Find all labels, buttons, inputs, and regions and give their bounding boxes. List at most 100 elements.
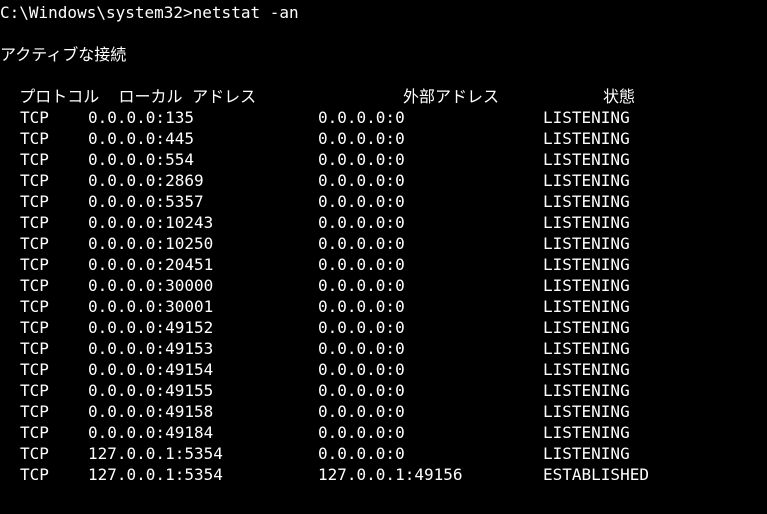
command-prompt-line[interactable]: C:\Windows\system32>netstat -an (0, 2, 767, 23)
proto-cell: TCP (20, 149, 88, 170)
row-indent (0, 443, 20, 464)
row-indent (0, 233, 20, 254)
foreign-address-cell: 0.0.0.0:0 (318, 359, 543, 380)
proto-cell: TCP (20, 317, 88, 338)
connection-row: TCP0.0.0.0:1350.0.0.0:0LISTENING (0, 107, 767, 128)
connection-row: TCP0.0.0.0:300010.0.0.0:0LISTENING (0, 296, 767, 317)
row-indent (0, 149, 20, 170)
foreign-address-cell: 0.0.0.0:0 (318, 317, 543, 338)
foreign-address-cell: 127.0.0.1:49156 (318, 464, 543, 485)
connection-row: TCP127.0.0.1:53540.0.0.0:0LISTENING (0, 443, 767, 464)
connection-row: TCP0.0.0.0:102500.0.0.0:0LISTENING (0, 233, 767, 254)
blank-line (0, 65, 767, 86)
foreign-address-cell: 0.0.0.0:0 (318, 401, 543, 422)
state-cell: LISTENING (543, 380, 630, 401)
proto-cell: TCP (20, 359, 88, 380)
foreign-address-cell: 0.0.0.0:0 (318, 149, 543, 170)
connection-row: TCP0.0.0.0:491540.0.0.0:0LISTENING (0, 359, 767, 380)
local-address-cell: 0.0.0.0:49153 (88, 338, 318, 359)
connection-row: TCP0.0.0.0:204510.0.0.0:0LISTENING (0, 254, 767, 275)
proto-cell: TCP (20, 401, 88, 422)
row-indent (0, 359, 20, 380)
local-address-cell: 0.0.0.0:10250 (88, 233, 318, 254)
connection-row: TCP127.0.0.1:5354127.0.0.1:49156ESTABLIS… (0, 464, 767, 485)
header-protocol-local: プロトコル ローカル アドレス (0, 86, 403, 107)
local-address-cell: 0.0.0.0:49155 (88, 380, 318, 401)
proto-cell: TCP (20, 443, 88, 464)
proto-cell: TCP (20, 275, 88, 296)
connection-row: TCP0.0.0.0:53570.0.0.0:0LISTENING (0, 191, 767, 212)
proto-cell: TCP (20, 212, 88, 233)
connection-row: TCP0.0.0.0:491530.0.0.0:0LISTENING (0, 338, 767, 359)
connection-row: TCP0.0.0.0:491840.0.0.0:0LISTENING (0, 422, 767, 443)
entered-command: netstat -an (193, 3, 299, 22)
proto-cell: TCP (20, 191, 88, 212)
proto-cell: TCP (20, 338, 88, 359)
proto-cell: TCP (20, 107, 88, 128)
foreign-address-cell: 0.0.0.0:0 (318, 107, 543, 128)
row-indent (0, 170, 20, 191)
row-indent (0, 191, 20, 212)
foreign-address-cell: 0.0.0.0:0 (318, 170, 543, 191)
state-cell: LISTENING (543, 212, 630, 233)
connection-row: TCP0.0.0.0:491580.0.0.0:0LISTENING (0, 401, 767, 422)
proto-cell: TCP (20, 380, 88, 401)
state-cell: LISTENING (543, 317, 630, 338)
local-address-cell: 0.0.0.0:2869 (88, 170, 318, 191)
proto-cell: TCP (20, 464, 88, 485)
local-address-cell: 0.0.0.0:30001 (88, 296, 318, 317)
proto-cell: TCP (20, 128, 88, 149)
foreign-address-cell: 0.0.0.0:0 (318, 296, 543, 317)
state-cell: LISTENING (543, 107, 630, 128)
foreign-address-cell: 0.0.0.0:0 (318, 338, 543, 359)
state-cell: LISTENING (543, 443, 630, 464)
state-cell: LISTENING (543, 422, 630, 443)
state-cell: LISTENING (543, 296, 630, 317)
local-address-cell: 0.0.0.0:20451 (88, 254, 318, 275)
foreign-address-cell: 0.0.0.0:0 (318, 128, 543, 149)
local-address-cell: 0.0.0.0:49158 (88, 401, 318, 422)
local-address-cell: 0.0.0.0:10243 (88, 212, 318, 233)
connection-row: TCP0.0.0.0:4450.0.0.0:0LISTENING (0, 128, 767, 149)
local-address-cell: 0.0.0.0:49154 (88, 359, 318, 380)
foreign-address-cell: 0.0.0.0:0 (318, 233, 543, 254)
connection-row: TCP0.0.0.0:300000.0.0.0:0LISTENING (0, 275, 767, 296)
state-cell: LISTENING (543, 191, 630, 212)
foreign-address-cell: 0.0.0.0:0 (318, 443, 543, 464)
proto-cell: TCP (20, 422, 88, 443)
state-cell: ESTABLISHED (543, 464, 649, 485)
local-address-cell: 127.0.0.1:5354 (88, 443, 318, 464)
state-cell: LISTENING (543, 401, 630, 422)
local-address-cell: 0.0.0.0:49152 (88, 317, 318, 338)
state-cell: LISTENING (543, 128, 630, 149)
header-foreign: 外部アドレス (403, 86, 603, 107)
row-indent (0, 317, 20, 338)
local-address-cell: 127.0.0.1:5354 (88, 464, 318, 485)
row-indent (0, 380, 20, 401)
state-cell: LISTENING (543, 170, 630, 191)
local-address-cell: 0.0.0.0:445 (88, 128, 318, 149)
foreign-address-cell: 0.0.0.0:0 (318, 191, 543, 212)
table-header: プロトコル ローカル アドレス外部アドレス状態 (0, 86, 767, 107)
section-title: アクティブな接続 (0, 44, 767, 65)
blank-line (0, 23, 767, 44)
row-indent (0, 401, 20, 422)
connection-row: TCP0.0.0.0:491520.0.0.0:0LISTENING (0, 317, 767, 338)
foreign-address-cell: 0.0.0.0:0 (318, 212, 543, 233)
connection-row: TCP0.0.0.0:102430.0.0.0:0LISTENING (0, 212, 767, 233)
row-indent (0, 128, 20, 149)
local-address-cell: 0.0.0.0:49184 (88, 422, 318, 443)
proto-cell: TCP (20, 170, 88, 191)
local-address-cell: 0.0.0.0:5357 (88, 191, 318, 212)
row-indent (0, 296, 20, 317)
foreign-address-cell: 0.0.0.0:0 (318, 380, 543, 401)
connection-row: TCP0.0.0.0:5540.0.0.0:0LISTENING (0, 149, 767, 170)
foreign-address-cell: 0.0.0.0:0 (318, 422, 543, 443)
row-indent (0, 422, 20, 443)
row-indent (0, 107, 20, 128)
proto-cell: TCP (20, 296, 88, 317)
local-address-cell: 0.0.0.0:135 (88, 107, 318, 128)
row-indent (0, 338, 20, 359)
state-cell: LISTENING (543, 149, 630, 170)
connection-row: TCP0.0.0.0:28690.0.0.0:0LISTENING (0, 170, 767, 191)
